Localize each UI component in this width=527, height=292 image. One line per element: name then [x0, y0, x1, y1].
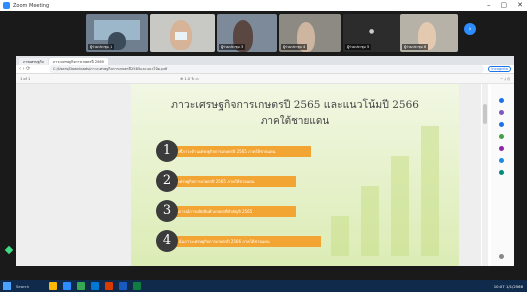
settings-icon[interactable] — [499, 254, 504, 259]
edge-icon[interactable] — [91, 282, 100, 290]
shared-screen: ภาพเศรษฐกิจ ภาวะเศรษฐกิจการเกษตรปี 2565 … — [16, 56, 514, 266]
agenda-item-3-number: 3 — [156, 200, 178, 222]
slide-title: ภาวะเศรษฐกิจการเกษตรปี 2565 และแนวโน้มปี… — [171, 99, 419, 111]
agenda-item-1-number: 1 — [156, 140, 178, 162]
clock-date: 1/1/2566 — [505, 283, 523, 289]
side-icon[interactable] — [499, 122, 504, 127]
zoom-app-icon[interactable] — [63, 282, 72, 290]
participant-tile-1[interactable]: ผู้ร่วมประชุม 1 — [86, 14, 148, 52]
file-explorer-icon[interactable] — [49, 282, 58, 290]
agenda-item-4-text: แนวโน้มภาวะเศรษฐกิจการเกษตรปี 2566 ภาคใต… — [161, 236, 321, 247]
side-icon[interactable] — [499, 158, 504, 163]
url-input[interactable]: C:/Users/Downloads/ภาวะเศรษฐกิจการเกษตรป… — [49, 65, 485, 73]
taskbar-search[interactable]: Search — [16, 284, 29, 289]
browser-side-panel — [491, 84, 514, 266]
window-controls: – ▢ ✕ — [487, 1, 523, 9]
page-indicator[interactable]: 1 of 1 — [20, 77, 30, 81]
slide-subtitle: ภาคใต้ชายแดน — [260, 116, 330, 127]
zoom-logo-icon — [3, 2, 10, 9]
start-icon[interactable] — [3, 282, 11, 290]
agenda-item-4-number: 4 — [156, 230, 178, 252]
participant-name: ผู้ร่วมประชุม 1 — [88, 44, 115, 50]
address-bar: ‹ › ⟳ C:/Users/Downloads/ภาวะเศรษฐกิจการ… — [16, 65, 514, 74]
powerpoint-icon[interactable] — [105, 282, 114, 290]
zoom-window: Zoom Meeting – ▢ ✕ ผู้ร่วมประชุม 1 ผู้ร่… — [0, 0, 527, 292]
window-title: Zoom Meeting — [13, 2, 50, 9]
agenda-item-2-number: 2 — [156, 170, 178, 192]
side-icon[interactable] — [499, 170, 504, 175]
word-icon[interactable] — [119, 282, 128, 290]
participant-tile-6[interactable]: ผู้ร่วมประชุม 6 — [400, 14, 458, 52]
side-icon[interactable] — [499, 98, 504, 103]
background-bars — [331, 126, 439, 256]
browser-tab-active[interactable]: ภาวะเศรษฐกิจการเกษตรปี 2565 — [48, 58, 108, 65]
taskbar-apps — [49, 282, 142, 290]
clock-time: 10:07 — [493, 283, 505, 289]
pdf-actions[interactable]: ⋯ ⤓ ⎙ — [500, 77, 510, 81]
browser-tab[interactable]: ภาพเศรษฐกิจ — [19, 58, 48, 65]
side-icon[interactable] — [499, 146, 504, 151]
maximize-icon[interactable]: ▢ — [501, 1, 508, 9]
pen-icon[interactable] — [4, 245, 14, 255]
pdf-viewer: ภาวะเศรษฐกิจการเกษตรปี 2565 และแนวโน้มปี… — [16, 84, 481, 266]
tray-clock: 10:07 1/1/2566 — [494, 284, 523, 289]
excel-icon[interactable] — [133, 282, 142, 290]
minimize-icon[interactable]: – — [487, 1, 491, 9]
participant-tile-2[interactable] — [150, 14, 215, 52]
participant-name: ผู้ร่วมประชุม 4 — [281, 44, 308, 50]
agenda-item-2-text: ภาวะเศรษฐกิจการเกษตรปี 2565 ภาคใต้ชายแดน — [161, 176, 296, 187]
incognito-badge[interactable]: Incognito — [488, 66, 511, 72]
side-icon[interactable] — [499, 110, 504, 115]
slide-page: ภาวะเศรษฐกิจการเกษตรปี 2565 และแนวโน้มปี… — [131, 84, 459, 266]
participant-tile-4[interactable]: ผู้ร่วมประชุม 4 — [279, 14, 341, 52]
participant-name: ผู้ร่วมประชุม 6 — [402, 44, 429, 50]
zoom-controls[interactable]: ⊕ 1.0 ↻ ▭ — [180, 77, 199, 81]
agenda-item-3-text: สถานการณ์การผลิตสินค้าเกษตรที่สำคัญปี 25… — [161, 206, 296, 217]
pdf-scrollbar[interactable] — [482, 84, 488, 266]
agenda-item-1-text: เครื่องชี้ภาวะด้านเศรษฐกิจการเกษตรปี 256… — [161, 146, 311, 157]
scroll-thumb[interactable] — [483, 104, 487, 124]
participant-gallery: ผู้ร่วมประชุม 1 ผู้ร่วมประชุม 3 ผู้ร่วมป… — [0, 11, 527, 55]
side-icon[interactable] — [499, 134, 504, 139]
participant-tile-3[interactable]: ผู้ร่วมประชุม 3 — [217, 14, 277, 52]
windows-taskbar: Search 10:07 1/1/2566 — [0, 280, 527, 292]
close-icon[interactable]: ✕ — [517, 1, 523, 9]
next-gallery-button[interactable]: › — [464, 23, 476, 35]
participant-name: ผู้ร่วมประชุม 3 — [219, 44, 246, 50]
participant-tile-5[interactable]: ● ผู้ร่วมประชุม 5 — [343, 14, 401, 52]
participant-name: ผู้ร่วมประชุม 5 — [345, 44, 372, 50]
title-bar: Zoom Meeting – ▢ ✕ — [0, 0, 527, 11]
pdf-toolbar: 1 of 1 ⊕ 1.0 ↻ ▭ ⋯ ⤓ ⎙ — [16, 74, 514, 84]
browser-tab-bar: ภาพเศรษฐกิจ ภาวะเศรษฐกิจการเกษตรปี 2565 — [16, 56, 514, 65]
nav-arrows-icon[interactable]: ‹ › ⟳ — [19, 66, 49, 72]
chrome-icon[interactable] — [77, 282, 86, 290]
